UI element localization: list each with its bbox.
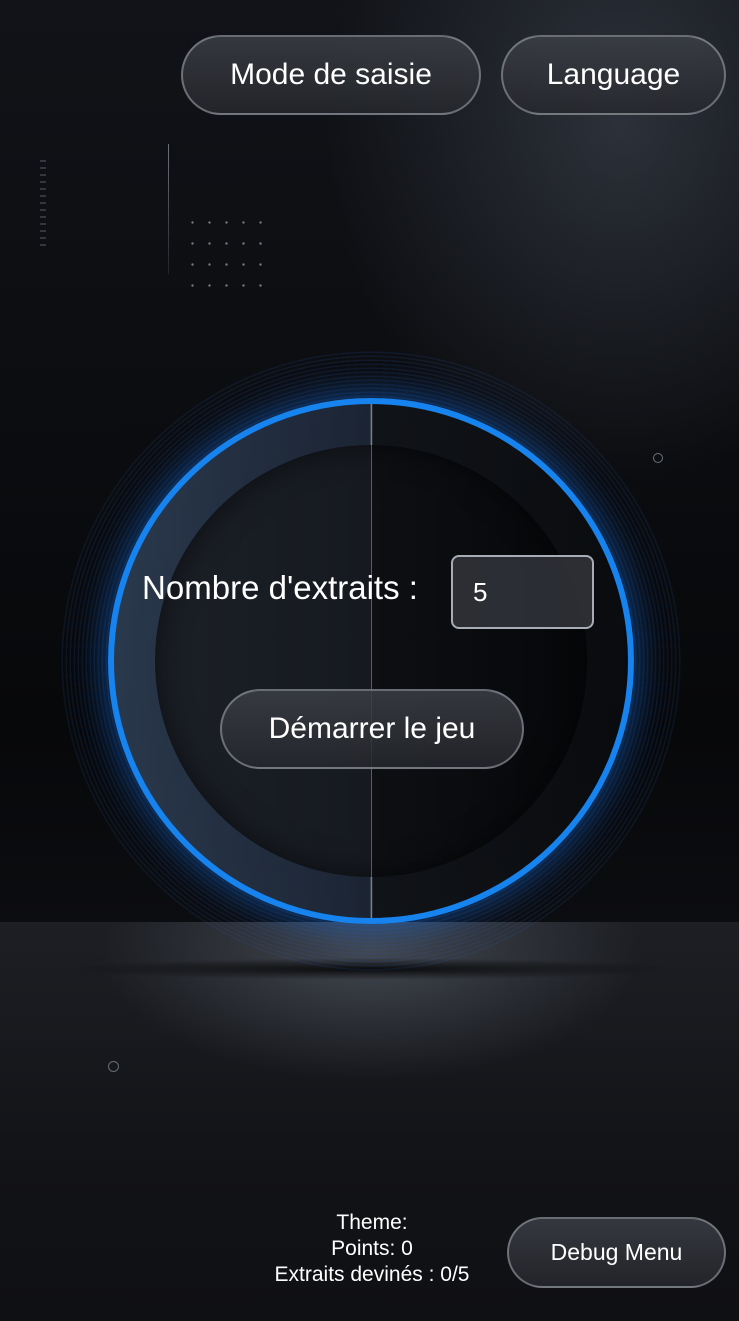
- decorative-text-strip: [40, 160, 46, 250]
- app-screen: Mode de saisie Language Nombre d'extrait…: [0, 0, 739, 1321]
- start-game-button[interactable]: Démarrer le jeu: [220, 689, 524, 769]
- input-mode-button[interactable]: Mode de saisie: [181, 35, 481, 115]
- extract-count-input[interactable]: [451, 555, 594, 629]
- decorative-circle-icon: [108, 1061, 119, 1072]
- game-stats: Theme: Points: 0 Extraits devinés : 0/5: [242, 1210, 502, 1288]
- decorative-dot-grid: [184, 212, 268, 304]
- debug-menu-button[interactable]: Debug Menu: [507, 1217, 726, 1288]
- decorative-circle-icon: [653, 453, 663, 463]
- points-text: Points: 0: [331, 1237, 413, 1260]
- disc-divider: [371, 404, 372, 918]
- decorative-line: [168, 144, 169, 274]
- guessed-extracts-text: Extraits devinés : 0/5: [274, 1263, 470, 1286]
- theme-text: Theme:: [336, 1211, 408, 1234]
- language-button[interactable]: Language: [501, 35, 726, 115]
- extract-count-label: Nombre d'extraits :: [142, 569, 418, 606]
